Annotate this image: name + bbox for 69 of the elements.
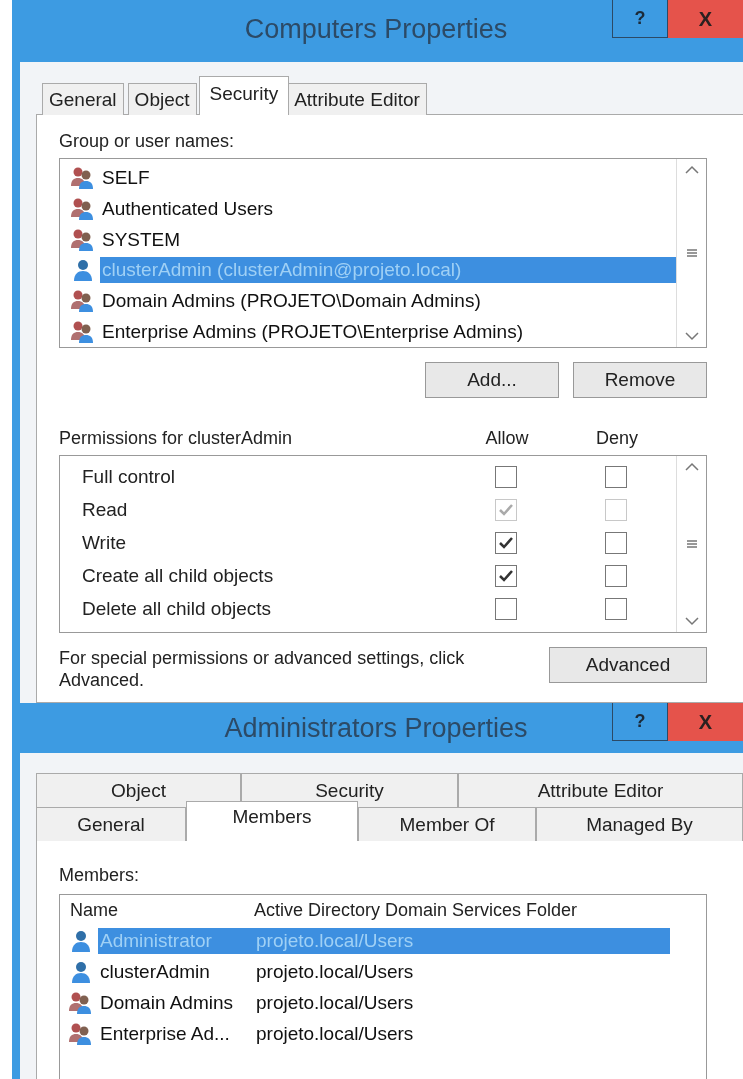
checkbox[interactable] [605, 465, 627, 488]
column-header: Name [70, 899, 119, 921]
tab[interactable]: General [36, 807, 186, 841]
user-group-icon [68, 990, 94, 1015]
tab[interactable]: Security [241, 773, 458, 807]
window-title: Administrators Properties [223, 712, 529, 744]
column-header: Allow [484, 428, 530, 449]
column-header: Deny [595, 428, 639, 449]
permission-name: Full control [81, 465, 176, 488]
table-cell[interactable]: Domain Admins [98, 989, 254, 1016]
user-group-icon [70, 289, 96, 313]
tab[interactable]: Attribute Editor [287, 83, 427, 115]
tab[interactable]: Members [186, 801, 358, 841]
checkbox[interactable] [605, 597, 627, 620]
user-group-icon [68, 1021, 94, 1046]
scroll-up-icon[interactable] [684, 462, 699, 471]
checkbox[interactable] [495, 597, 517, 620]
permissions-label: Permissions for clusterAdmin [59, 428, 294, 449]
table-cell-text: projeto.local/Users [255, 990, 415, 1015]
list-item[interactable]: SELF [70, 163, 676, 194]
tab[interactable]: Managed By [536, 807, 743, 841]
checkbox[interactable] [605, 564, 627, 587]
tab[interactable]: Object [127, 83, 197, 115]
user-group-icon [70, 319, 96, 344]
table-cell-text: projeto.local/Users [255, 959, 415, 984]
table-cell[interactable]: clusterAdmin [98, 958, 254, 985]
permission-name: Write [81, 531, 127, 554]
permission-name: Read [81, 498, 129, 521]
checkbox[interactable] [495, 465, 517, 488]
scroll-down-icon[interactable] [684, 332, 699, 341]
list-item[interactable]: Enterprise Admins (PROJETO\Enterprise Admins) [70, 316, 676, 347]
list-item[interactable]: Authenticated Users [70, 193, 676, 225]
help-button[interactable]: ? [612, 0, 668, 38]
help-button[interactable]: ? [612, 703, 668, 741]
remove-button[interactable]: Remove [573, 362, 707, 398]
checkmark-icon [498, 568, 514, 583]
tab[interactable]: General [42, 83, 124, 115]
checkbox[interactable] [495, 564, 517, 587]
advanced-button[interactable]: Advanced [549, 647, 707, 683]
table-cell-text: projeto.local/Users [255, 1021, 415, 1046]
list-label: Members: [59, 865, 140, 886]
permission-name: Delete all child objects [81, 597, 273, 620]
advanced-note: For special permissions or advanced settings, click Advanced. [59, 647, 466, 691]
checkbox[interactable] [495, 531, 517, 554]
checkmark-icon [498, 535, 514, 550]
list-item[interactable]: SYSTEM [70, 224, 676, 255]
scroll-thumb-icon[interactable] [685, 247, 698, 259]
tab[interactable]: Member Of [358, 807, 536, 841]
table-cell: projeto.local/Users [254, 927, 670, 954]
scroll-up-icon[interactable] [684, 165, 699, 174]
tab[interactable]: Security [198, 76, 290, 115]
checkmark-icon [498, 502, 514, 517]
user-group-icon [70, 227, 96, 252]
user-group-icon [70, 166, 96, 191]
column-header: Active Directory Domain Services Folder [254, 899, 578, 921]
close-button[interactable]: X [668, 0, 743, 38]
scroll-thumb-icon[interactable] [685, 538, 698, 550]
close-button[interactable]: X [668, 703, 743, 741]
user-group-icon [70, 197, 96, 221]
list-item[interactable]: Domain Admins (PROJETO\Domain Admins) [70, 285, 676, 317]
permission-name: Create all child objects [81, 564, 275, 587]
checkbox[interactable] [605, 531, 627, 554]
table-cell[interactable]: Enterprise Ad... [98, 1020, 254, 1047]
add-button[interactable]: Add... [425, 362, 559, 398]
window-title: Computers Properties [243, 13, 509, 45]
tab[interactable]: Object [36, 773, 241, 807]
tab[interactable]: Attribute Editor [458, 773, 743, 807]
list-label: Group or user names: [59, 131, 236, 152]
scroll-down-icon[interactable] [684, 617, 699, 626]
